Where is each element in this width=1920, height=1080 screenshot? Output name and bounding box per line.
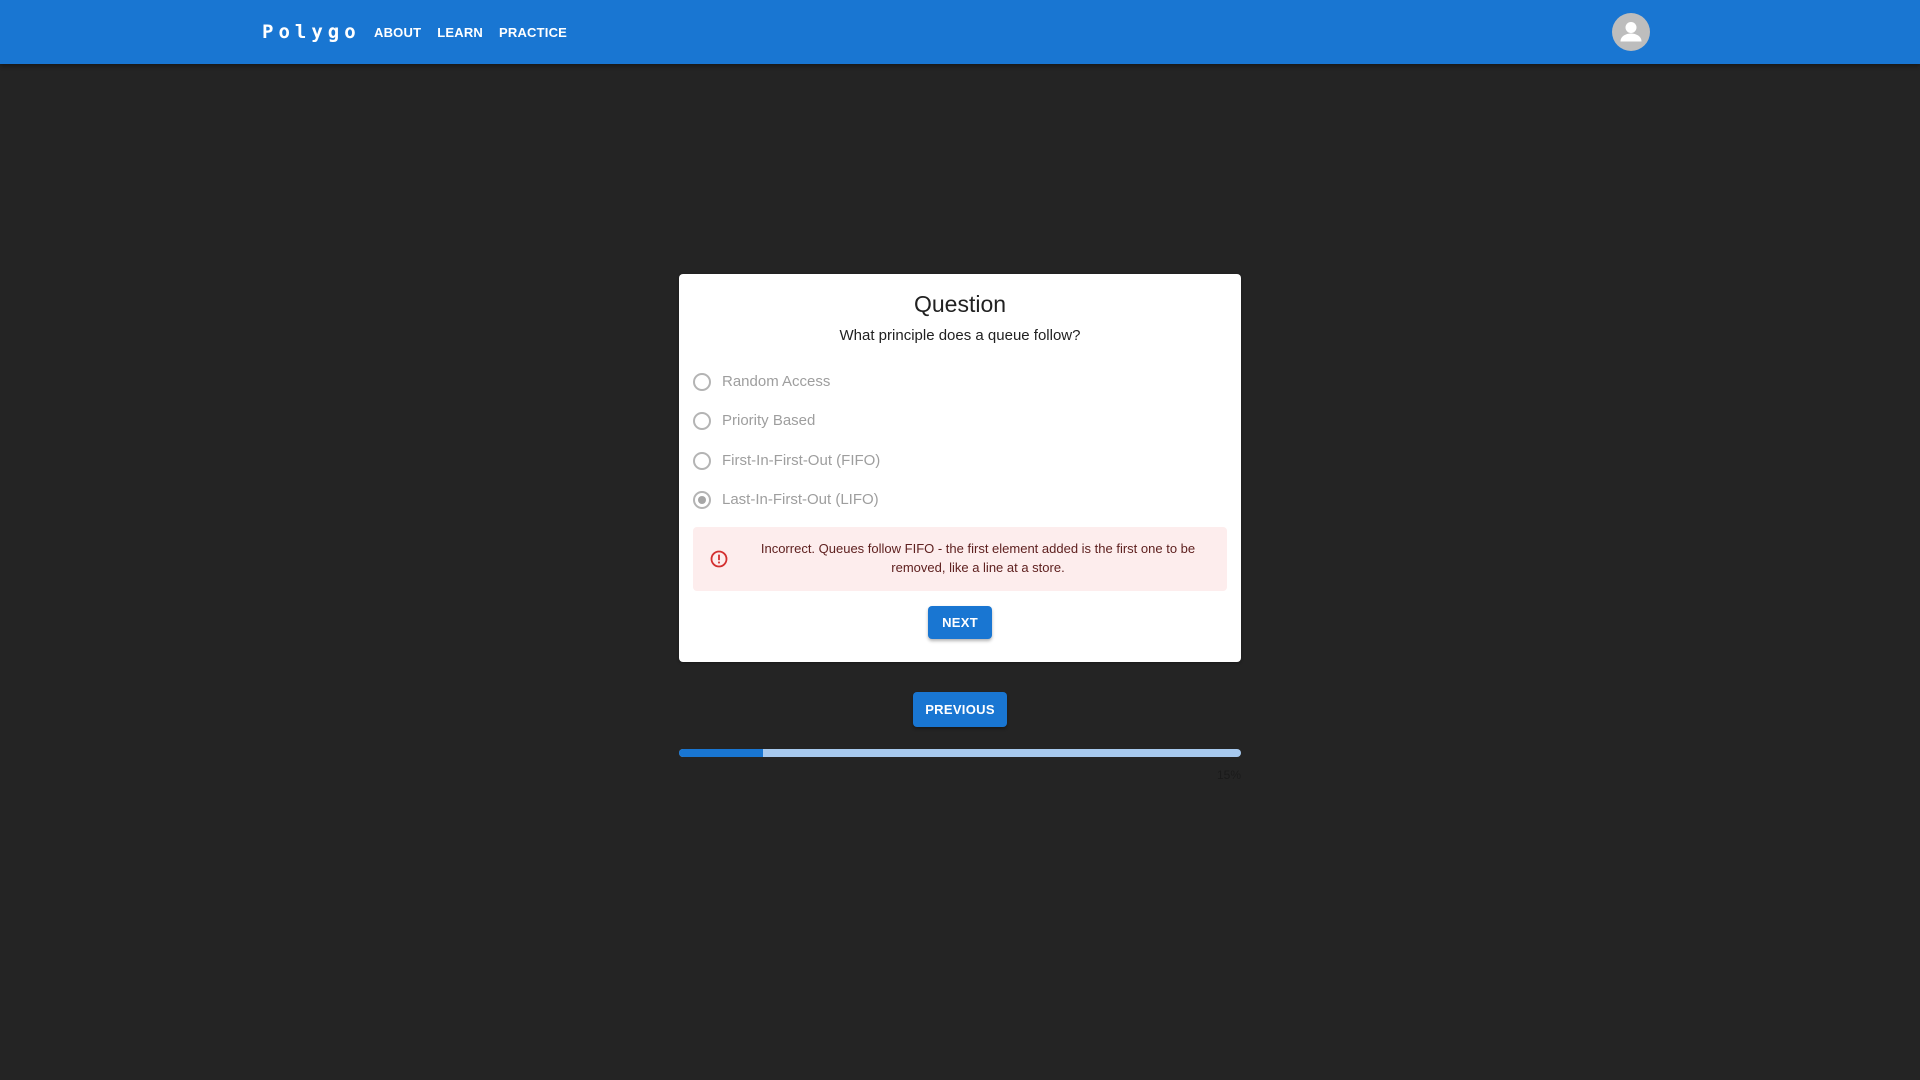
next-button[interactable]: NEXT (928, 606, 992, 639)
progress-fill (679, 749, 764, 757)
previous-button[interactable]: PREVIOUS (913, 692, 1007, 727)
card-title: Question (913, 291, 1007, 317)
option-lifo[interactable]: Last-In-First-Out (LIFO) (693, 481, 1227, 521)
feedback-alert: Incorrect. Queues follow FIFO - the firs… (693, 527, 1227, 591)
option-label: First-In-First-Out (FIFO) (722, 451, 881, 469)
progress-percent: 15% (1216, 768, 1241, 782)
question-text: What principle does a queue follow? (839, 327, 1081, 344)
radio-button[interactable] (693, 372, 711, 391)
question-card: Question What principle does a queue fol… (679, 274, 1241, 662)
radio-button[interactable] (693, 451, 711, 470)
nav-practice[interactable]: PRACTICE (491, 21, 575, 44)
feedback-message: Incorrect. Queues follow FIFO - the firs… (760, 541, 1196, 575)
account-icon (1620, 22, 1642, 42)
app-logo[interactable]: Polygo (262, 19, 361, 45)
option-random-access[interactable]: Random Access (693, 362, 1227, 402)
option-fifo[interactable]: First-In-First-Out (FIFO) (693, 441, 1227, 481)
error-outline-icon (710, 550, 728, 568)
radio-button[interactable] (693, 491, 711, 510)
option-label: Random Access (722, 372, 831, 390)
progress-bar (679, 749, 1241, 757)
user-avatar[interactable] (1612, 13, 1650, 51)
main-nav: ABOUT LEARN PRACTICE (366, 19, 575, 45)
radio-button[interactable] (693, 412, 711, 431)
nav-about[interactable]: ABOUT (366, 21, 429, 44)
option-priority-based[interactable]: Priority Based (693, 402, 1227, 442)
app-bar: Polygo ABOUT LEARN PRACTICE (0, 0, 1920, 64)
answer-options: Random Access Priority Based First-In-Fi… (693, 362, 1227, 520)
option-label: Last-In-First-Out (LIFO) (722, 491, 879, 509)
option-label: Priority Based (722, 412, 816, 430)
nav-learn[interactable]: LEARN (429, 21, 491, 44)
